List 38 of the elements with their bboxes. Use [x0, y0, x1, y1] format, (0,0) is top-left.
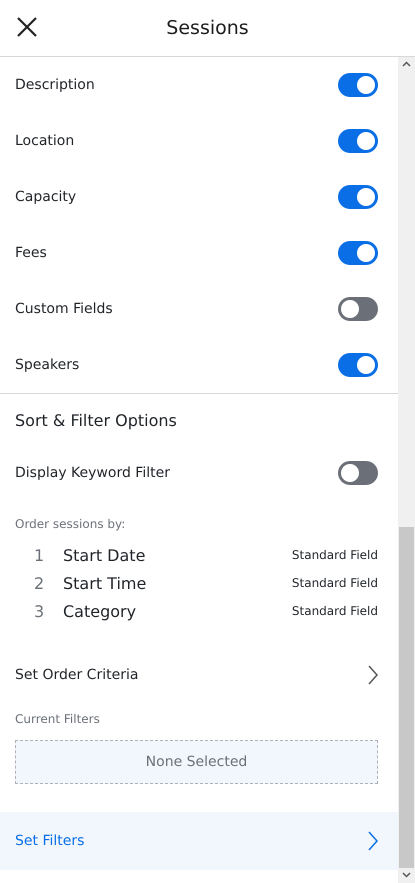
order-number: 3	[34, 602, 46, 620]
scroll-up-icon[interactable]	[402, 61, 411, 68]
chevron-right-icon	[368, 665, 378, 685]
scroll-down-icon[interactable]	[402, 872, 411, 878]
order-field-name: Start Date	[63, 546, 146, 564]
order-field-type: Standard Field	[292, 604, 378, 618]
order-number: 1	[34, 546, 46, 564]
filters-label: Current Filters	[14, 712, 101, 726]
toggle-label: Custom Fields	[15, 301, 113, 317]
toggle-switch[interactable]	[338, 129, 378, 153]
order-field-name: Start Time	[63, 574, 148, 592]
scrollbar[interactable]	[398, 57, 415, 883]
order-field-type: Standard Field	[292, 548, 378, 562]
toggle-label: Speakers	[15, 357, 80, 373]
order-field-name: Category	[63, 602, 138, 620]
toggle-label: Capacity	[15, 189, 76, 205]
nav-row[interactable]: Set Filters	[0, 812, 398, 870]
nav-row[interactable]: Set Order Criteria	[0, 646, 398, 704]
toggle-label: Description	[15, 77, 95, 93]
toggle-label: Fees	[15, 245, 47, 261]
order-label: Order sessions by:	[14, 517, 126, 531]
scrollbar-thumb[interactable]	[399, 526, 414, 868]
chevron-right-icon	[368, 831, 378, 851]
toggle-switch[interactable]	[338, 73, 378, 97]
toggle-switch[interactable]	[338, 297, 378, 321]
section-title: Sort & Filter Options	[14, 410, 178, 432]
toggle-switch[interactable]	[338, 185, 378, 209]
toggle-switch[interactable]	[338, 241, 378, 265]
nav-link[interactable]: Set Order Criteria	[15, 667, 138, 683]
empty-message: None Selected	[146, 754, 248, 770]
toggle-label: Location	[15, 133, 74, 149]
page-title: Sessions	[166, 17, 249, 39]
toggle-label: Display Keyword Filter	[15, 465, 170, 481]
toggle-switch[interactable]	[338, 353, 378, 377]
order-number: 2	[34, 574, 46, 592]
nav-link[interactable]: Set Filters	[15, 833, 84, 849]
toggle-switch[interactable]	[338, 461, 378, 485]
order-field-type: Standard Field	[292, 576, 378, 590]
